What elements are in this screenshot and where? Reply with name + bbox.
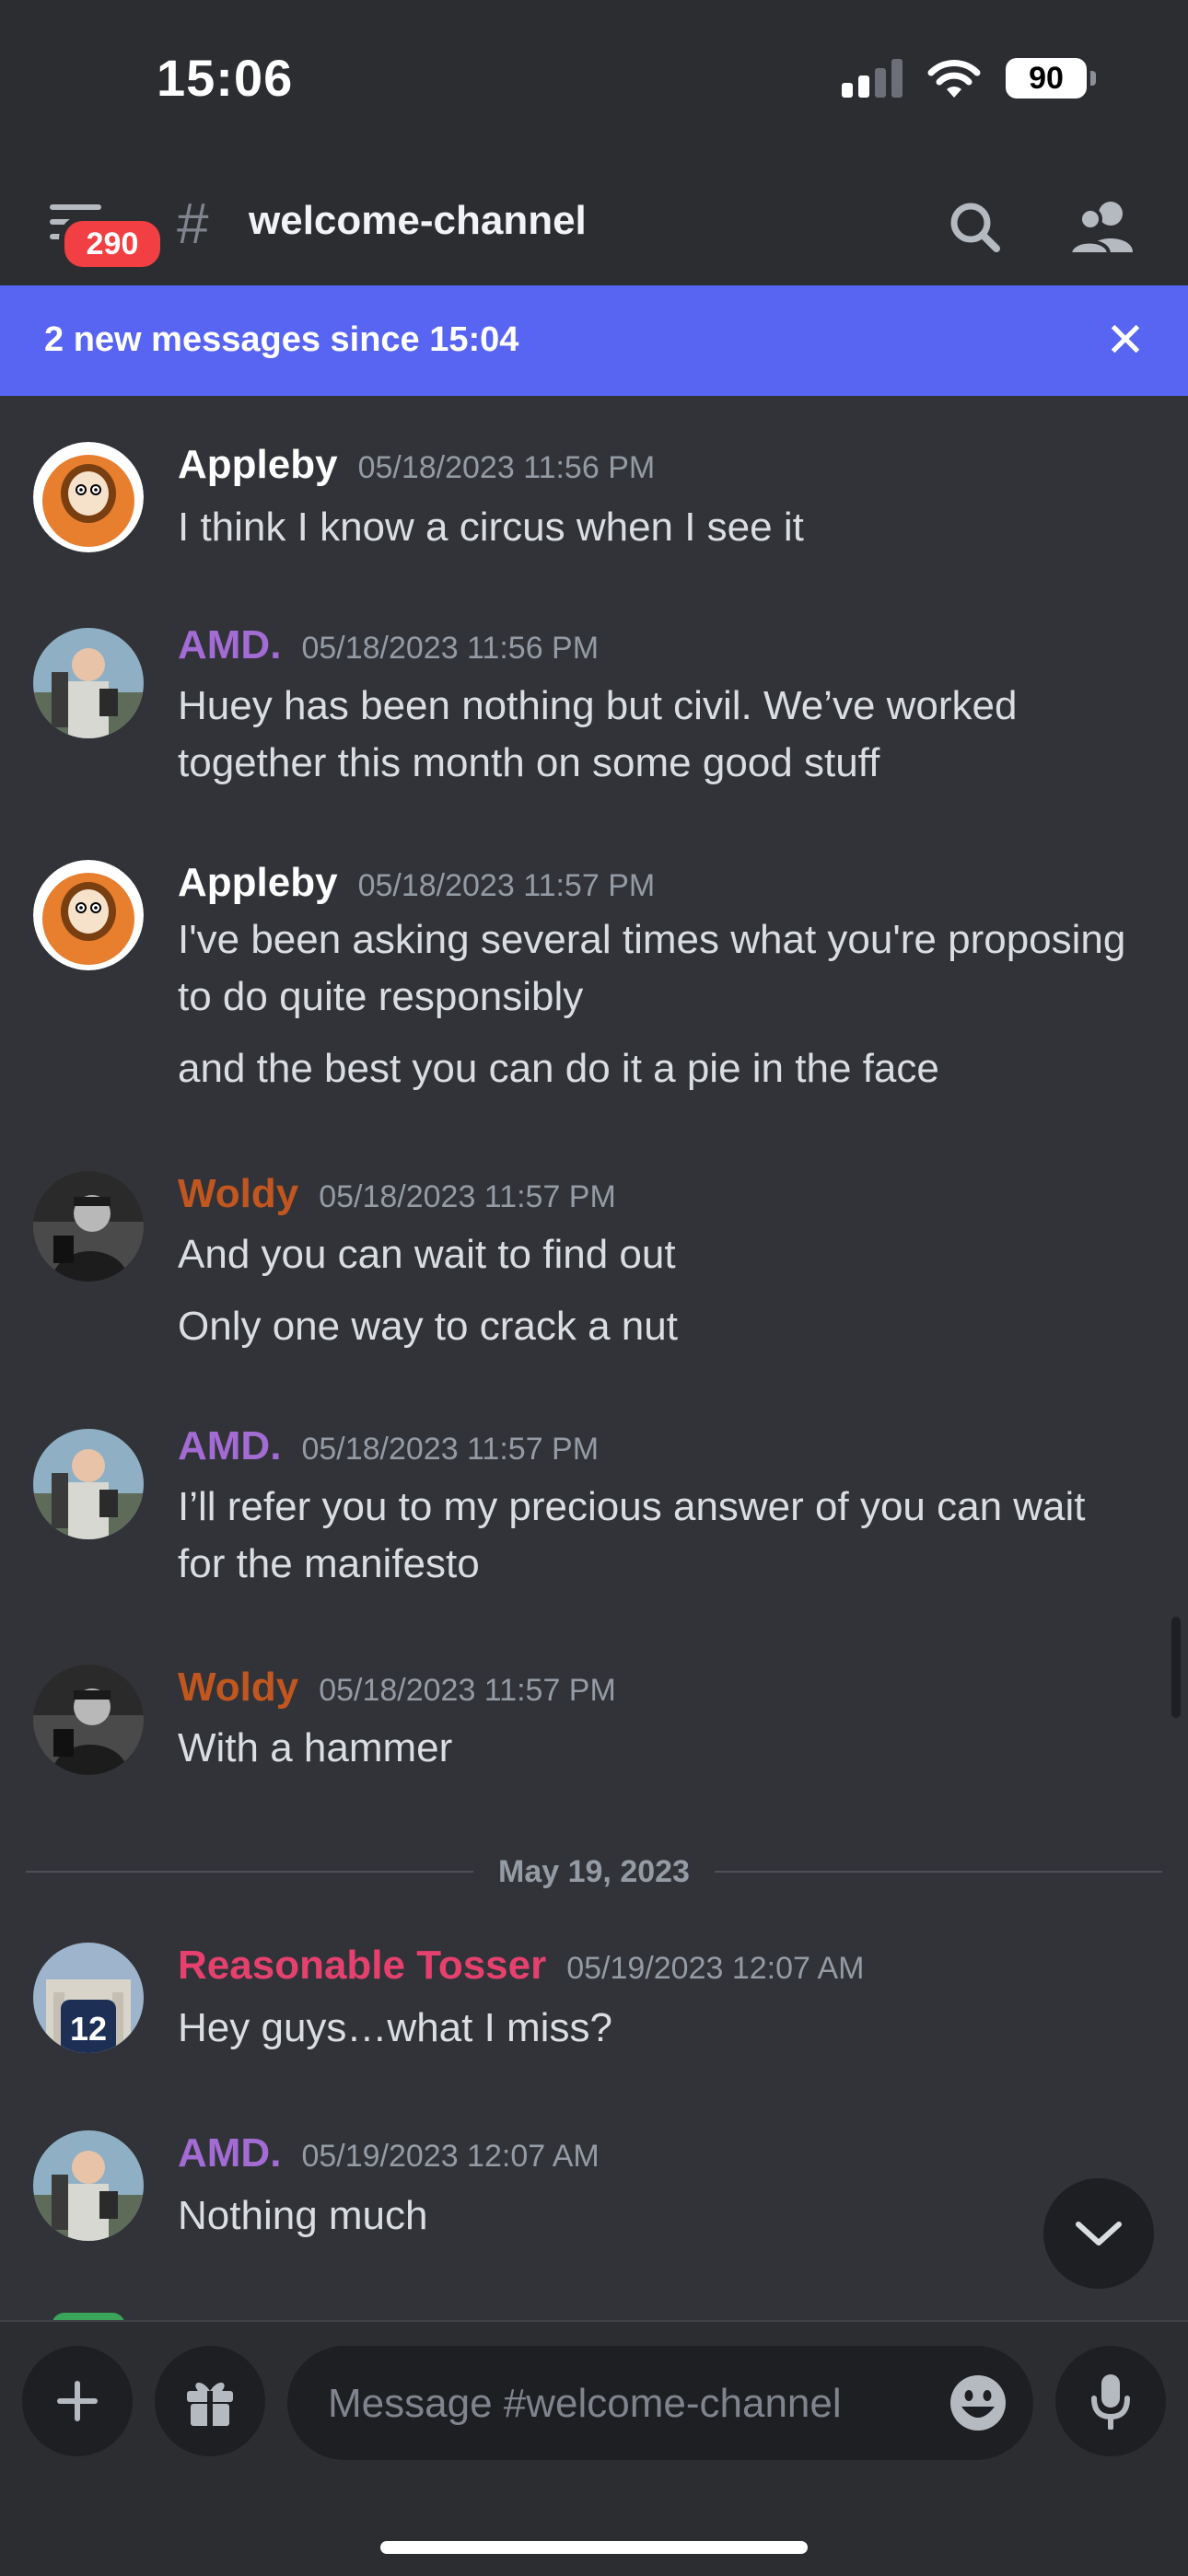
status-bar: 15:06 90 xyxy=(0,0,1188,157)
author-name[interactable]: AMD. xyxy=(178,1423,281,1468)
author-name[interactable]: Appleby xyxy=(178,860,338,905)
message-text: Only one way to crack a nut xyxy=(178,1304,678,1349)
plus-icon xyxy=(57,2381,98,2421)
author-name[interactable]: Woldy xyxy=(178,1665,298,1710)
message-text: for the manifesto xyxy=(178,1541,480,1586)
gift-button[interactable] xyxy=(155,2346,265,2456)
date-divider-label: May 19, 2023 xyxy=(498,1854,690,1889)
status-time: 15:06 xyxy=(157,49,294,107)
timestamp: 05/18/2023 11:56 PM xyxy=(301,631,600,666)
new-messages-text: 2 new messages since 15:04 xyxy=(44,320,519,359)
message-text: And you can wait to find out xyxy=(178,1232,676,1277)
battery-icon: 90 xyxy=(1006,58,1096,99)
message-header: AMD. 05/19/2023 12:07 AM xyxy=(178,2130,600,2176)
search-icon[interactable] xyxy=(943,195,1007,260)
avatar[interactable] xyxy=(33,1429,144,1539)
unread-badge[interactable]: 290 xyxy=(59,215,166,273)
message-composer xyxy=(0,2320,1188,2576)
channel-title[interactable]: welcome-channel xyxy=(249,198,587,244)
avatar[interactable] xyxy=(33,860,144,970)
author-name[interactable]: Reasonable Tosser xyxy=(178,1943,546,1988)
message-header: Woldy 05/18/2023 11:57 PM xyxy=(178,1665,616,1711)
message-text: I think I know a circus when I see it xyxy=(178,505,804,550)
gift-icon xyxy=(187,2382,233,2426)
message-text: and the best you can do it a pie in the … xyxy=(178,1046,939,1091)
message-header: Appleby 05/18/2023 11:56 PM xyxy=(178,442,655,488)
avatar[interactable]: 12 xyxy=(33,1943,144,2053)
new-messages-bar[interactable]: 2 new messages since 15:04 ✕ xyxy=(0,285,1188,396)
message-header: AMD. 05/18/2023 11:57 PM xyxy=(178,1423,599,1469)
message-text: I’ll refer you to my precious answer of … xyxy=(178,1484,1086,1529)
cellular-signal-icon xyxy=(842,59,903,98)
voice-message-button[interactable] xyxy=(1055,2346,1166,2456)
channel-hash-icon: # xyxy=(177,192,209,256)
author-name[interactable]: AMD. xyxy=(178,622,281,667)
author-name[interactable]: AMD. xyxy=(178,2130,281,2176)
microphone-icon xyxy=(1091,2374,1130,2430)
message-text: to do quite responsibly xyxy=(178,974,584,1019)
timestamp: 05/18/2023 11:57 PM xyxy=(301,1432,600,1467)
message-header: Reasonable Tosser 05/19/2023 12:07 AM xyxy=(178,1943,865,1989)
close-icon[interactable]: ✕ xyxy=(1098,313,1153,368)
message-input-container[interactable] xyxy=(287,2346,1033,2462)
message-text: I've been asking several times what you'… xyxy=(178,917,1126,962)
chevron-down-icon xyxy=(1076,2222,1122,2245)
date-divider: May 19, 2023 xyxy=(26,1854,1162,1889)
wifi-icon xyxy=(927,60,981,98)
avatar[interactable] xyxy=(33,442,144,552)
add-attachment-button[interactable] xyxy=(22,2346,133,2456)
timestamp: 05/19/2023 12:07 AM xyxy=(301,2139,600,2174)
timestamp: 05/19/2023 12:07 AM xyxy=(566,1951,865,1986)
message-text: With a hammer xyxy=(178,1725,453,1770)
svg-text:12: 12 xyxy=(70,2010,107,2048)
avatar[interactable] xyxy=(33,628,144,738)
message-text: together this month on some good stuff xyxy=(178,740,880,785)
timestamp: 05/18/2023 11:57 PM xyxy=(319,1673,616,1708)
message-header: Woldy 05/18/2023 11:57 PM xyxy=(178,1171,616,1217)
members-icon[interactable] xyxy=(1068,195,1138,260)
message-text: Nothing much xyxy=(178,2193,428,2238)
message-header: AMD. 05/18/2023 11:56 PM xyxy=(178,622,599,668)
avatar[interactable] xyxy=(33,1171,144,1282)
timestamp: 05/18/2023 11:57 PM xyxy=(319,1179,616,1214)
timestamp: 05/18/2023 11:57 PM xyxy=(357,868,656,903)
avatar[interactable] xyxy=(33,2130,144,2241)
status-icons: 90 xyxy=(842,57,1096,99)
author-name[interactable]: Woldy xyxy=(178,1171,298,1216)
message-text: Huey has been nothing but civil. We’ve w… xyxy=(178,683,1018,728)
message-input[interactable] xyxy=(326,2346,919,2462)
home-indicator[interactable] xyxy=(380,2541,808,2554)
scrollbar[interactable] xyxy=(1171,1617,1181,1718)
message-text: Hey guys…what I miss? xyxy=(178,2005,612,2050)
avatar[interactable] xyxy=(33,1665,144,1775)
timestamp: 05/18/2023 11:56 PM xyxy=(357,450,656,485)
message-header: Appleby 05/18/2023 11:57 PM xyxy=(178,860,655,906)
emoji-icon[interactable] xyxy=(949,2373,1007,2432)
author-name[interactable]: Appleby xyxy=(178,442,338,487)
jump-to-present-button[interactable] xyxy=(1043,2178,1154,2289)
